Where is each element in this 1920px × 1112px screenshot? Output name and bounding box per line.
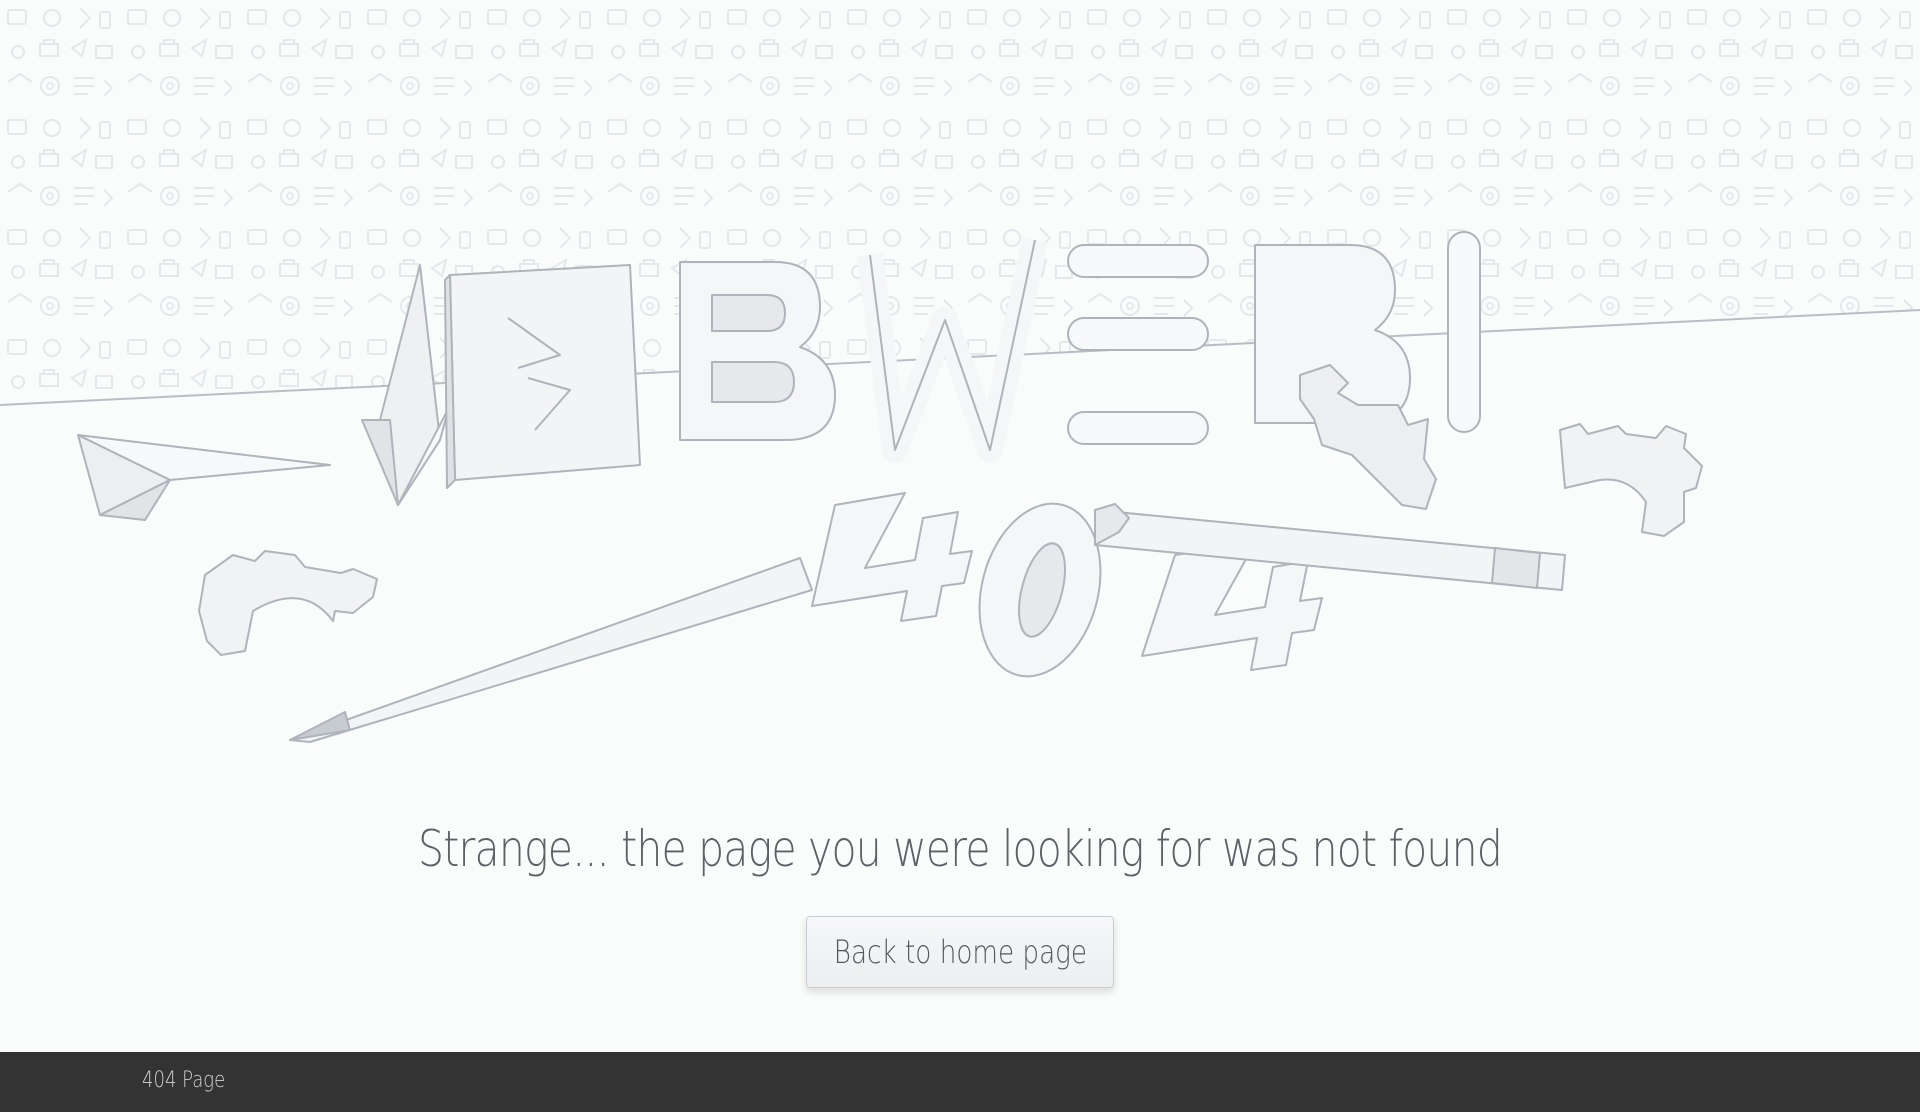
back-to-home-button[interactable]: Back to home page	[806, 916, 1114, 988]
back-to-home-label: Back to home page	[833, 933, 1087, 971]
error-page: Strange... the page you were looking for…	[0, 0, 1920, 1112]
error-illustration	[0, 0, 1920, 743]
not-found-message: Strange... the page you were looking for…	[418, 820, 1503, 878]
footer: 404 Page	[0, 1052, 1920, 1112]
footer-label: 404 Page	[142, 1068, 226, 1093]
